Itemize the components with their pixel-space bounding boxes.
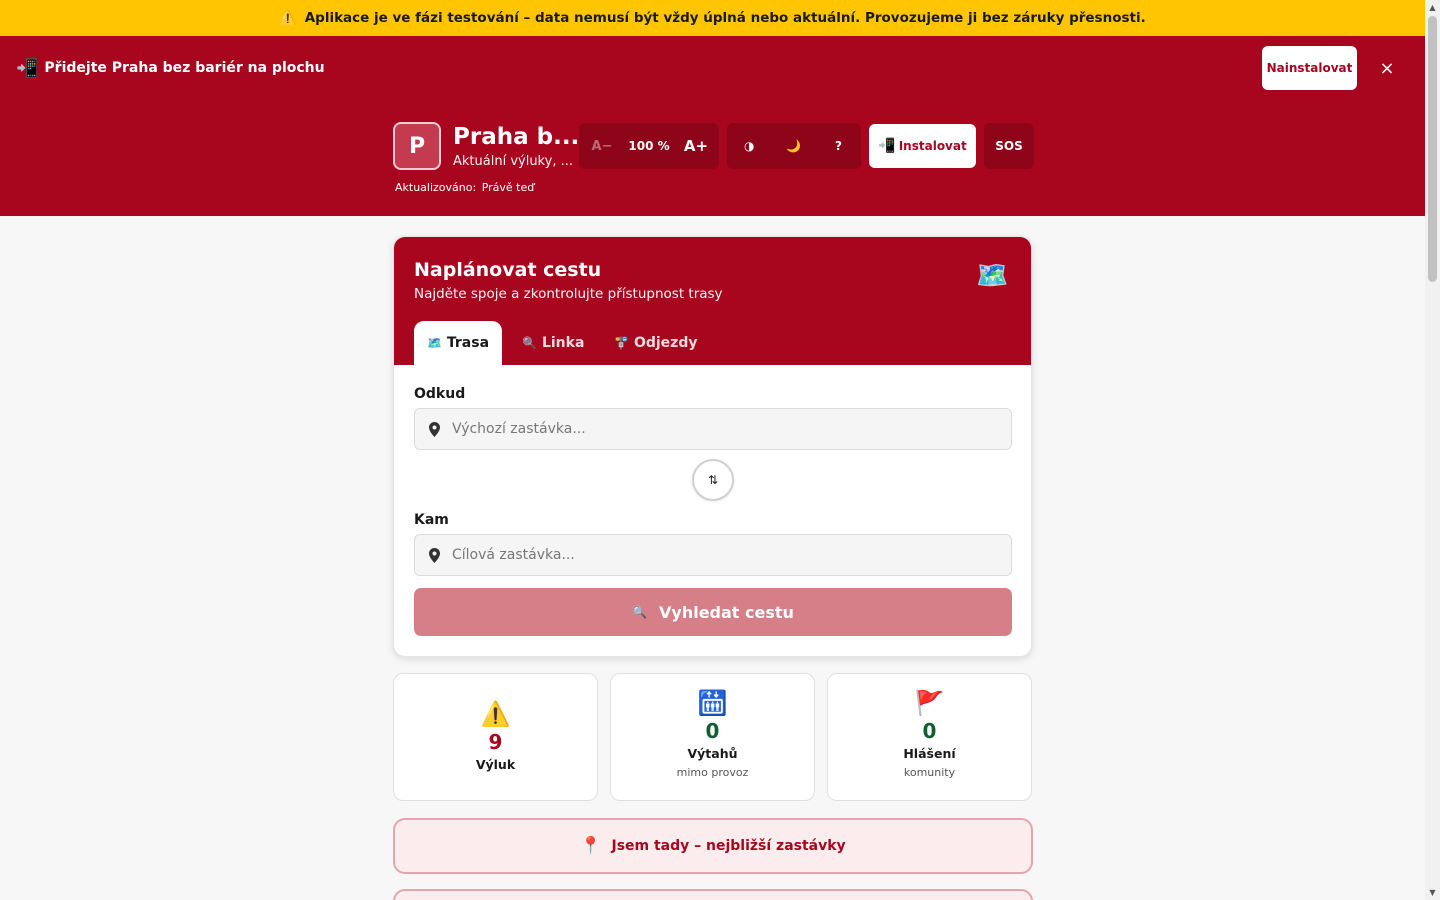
tab-linka[interactable]: 🔍 Linka bbox=[522, 321, 584, 365]
to-label: Kam bbox=[414, 512, 449, 528]
install-button-label: Instalovat bbox=[898, 139, 967, 153]
tab-label: Odjezdy bbox=[633, 335, 698, 351]
install-button[interactable]: 📲 Instalovat bbox=[869, 124, 976, 168]
search-icon: 🔍 bbox=[632, 605, 648, 619]
from-label: Odkud bbox=[414, 386, 466, 402]
app-subtitle: Aktuální výluky, ... bbox=[453, 154, 573, 169]
updated-value: Právě teď bbox=[481, 181, 535, 194]
install-prompt-bar: 📲 Přidejte Praha bez bariér na plochu Na… bbox=[0, 36, 1425, 100]
to-input[interactable] bbox=[452, 547, 992, 563]
zoom-level: 100 % bbox=[628, 139, 670, 153]
updated-label: Aktualizováno: bbox=[395, 181, 477, 194]
route-planner-card: Naplánovat cestu Najděte spoje a zkontro… bbox=[393, 236, 1032, 657]
stat-label: Výtahů bbox=[687, 746, 738, 761]
stat-value: 0 bbox=[922, 719, 937, 743]
phone-install-icon: 📲 bbox=[878, 138, 896, 154]
scroll-down-icon[interactable]: ▼ bbox=[1425, 885, 1440, 900]
tab-trasa[interactable]: 🗺️ Trasa bbox=[414, 321, 502, 365]
install-prompt-text: Přidejte Praha bez bariér na plochu bbox=[44, 60, 325, 76]
nearby-stops-label: Jsem tady – nejbližší zastávky bbox=[611, 838, 846, 854]
to-field[interactable] bbox=[414, 534, 1012, 576]
from-input[interactable] bbox=[452, 421, 992, 437]
location-pin-icon: 📍 bbox=[580, 836, 602, 856]
bus-stop-icon: 🚏 bbox=[614, 336, 629, 350]
last-updated: Aktualizováno: Právě teď bbox=[393, 181, 534, 194]
swap-button[interactable]: ⇅ bbox=[692, 459, 734, 501]
tab-odjezdy[interactable]: 🚏 Odjezdy bbox=[614, 321, 697, 365]
search-route-label: Vyhledat cestu bbox=[659, 602, 794, 622]
nearby-stops-button[interactable]: 📍 Jsem tady – nejbližší zastávky bbox=[393, 818, 1033, 874]
font-decrease-button[interactable]: A− bbox=[579, 123, 625, 169]
stat-card-outages[interactable]: ⚠️ 9 Výluk bbox=[393, 673, 598, 801]
stat-label: Výluk bbox=[475, 757, 516, 772]
font-size-controls: A− 100 % A+ bbox=[579, 123, 719, 169]
app-header: P Praha b... Aktuální výluky, ... Aktual… bbox=[0, 100, 1425, 216]
stat-sublabel: komunity bbox=[903, 766, 956, 779]
map-icon: 🗺️ bbox=[426, 336, 442, 350]
location-pin-icon bbox=[427, 421, 441, 437]
app-title: Praha b... bbox=[453, 124, 580, 150]
map-icon: 🗺️ bbox=[976, 261, 1009, 291]
tab-label: Trasa bbox=[446, 335, 490, 351]
font-increase-button[interactable]: A+ bbox=[673, 123, 719, 169]
search-route-button[interactable]: 🔍 Vyhledat cestu bbox=[414, 588, 1012, 636]
contrast-icon[interactable]: ◑ bbox=[727, 123, 772, 169]
phone-install-icon: 📲 bbox=[16, 57, 39, 79]
stat-card-reports[interactable]: 🚩 0 Hlášení komunity bbox=[827, 673, 1032, 801]
install-prompt-button[interactable]: Nainstalovat bbox=[1262, 46, 1357, 90]
planner-title: Naplánovat cestu bbox=[414, 259, 602, 281]
swap-arrows-icon: ⇅ bbox=[707, 473, 719, 487]
app-logo[interactable]: P bbox=[393, 122, 441, 170]
sos-button[interactable]: SOS bbox=[984, 123, 1034, 169]
warning-icon: ⚠️ bbox=[480, 700, 511, 728]
next-card bbox=[393, 889, 1033, 900]
warning-text: Aplikace je ve fázi testování – data nem… bbox=[304, 10, 1146, 26]
stat-value: 0 bbox=[705, 719, 720, 743]
stat-sublabel: mimo provoz bbox=[676, 766, 749, 779]
search-icon: 🔍 bbox=[522, 336, 537, 350]
planner-subtitle: Najděte spoje a zkontrolujte přístupnost… bbox=[414, 286, 723, 302]
display-mode-controls: ◑ 🌙 ? bbox=[727, 123, 861, 169]
scrollbar-thumb[interactable] bbox=[1428, 16, 1437, 282]
scroll-up-icon[interactable]: ▲ bbox=[1425, 0, 1440, 15]
from-field[interactable] bbox=[414, 408, 1012, 450]
stat-card-elevators[interactable]: 🛗 0 Výtahů mimo provoz bbox=[610, 673, 815, 801]
location-pin-icon bbox=[427, 547, 441, 563]
moon-icon[interactable]: 🌙 bbox=[772, 123, 817, 169]
route-planner-header: Naplánovat cestu Najděte spoje a zkontro… bbox=[394, 237, 1031, 365]
flag-icon: 🚩 bbox=[914, 689, 945, 717]
stat-value: 9 bbox=[488, 730, 503, 754]
page-scrollbar[interactable]: ▲ ▼ bbox=[1425, 0, 1440, 900]
test-warning-banner: ⚠️ Aplikace je ve fázi testování – data … bbox=[0, 0, 1425, 36]
help-button[interactable]: ? bbox=[816, 123, 861, 169]
tab-label: Linka bbox=[541, 335, 585, 351]
close-icon[interactable]: × bbox=[1378, 58, 1396, 79]
warning-icon: ⚠️ bbox=[279, 10, 297, 26]
elevator-icon: 🛗 bbox=[697, 689, 728, 717]
stat-label: Hlášení bbox=[903, 746, 956, 761]
